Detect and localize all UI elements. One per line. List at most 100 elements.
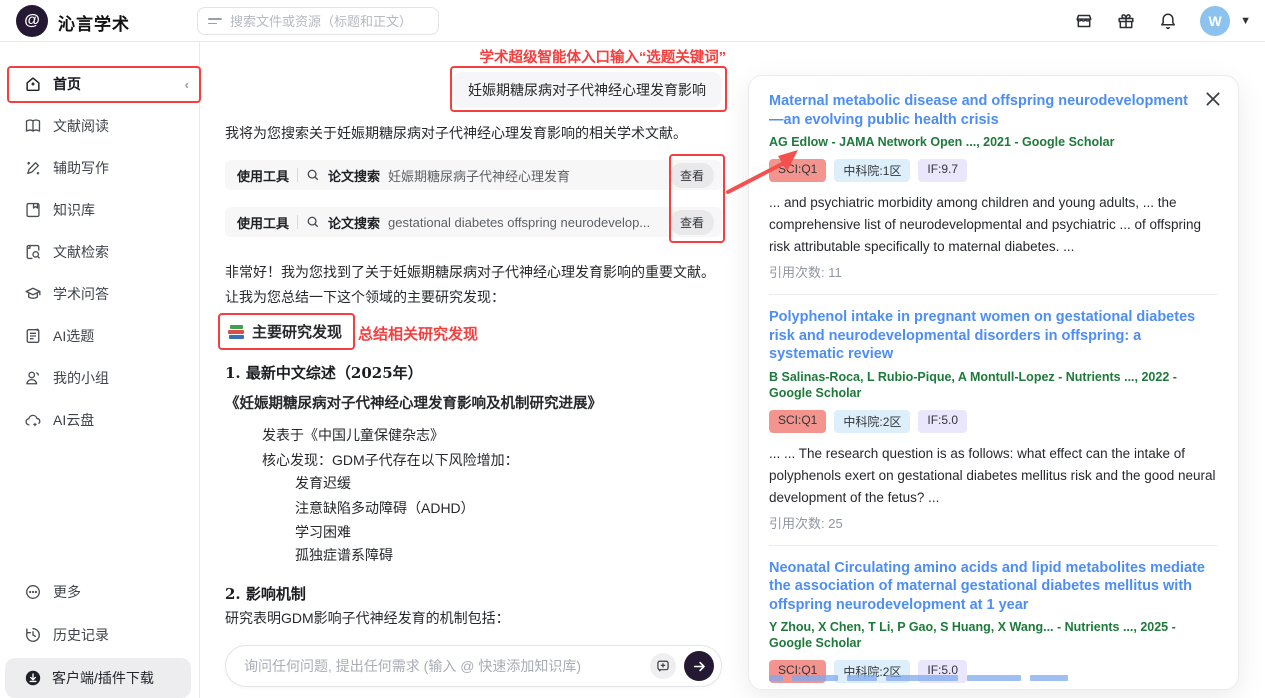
impact-factor-badge: IF:5.0 [918, 409, 968, 433]
sidebar: 首页 ‹ 文献阅读 辅助写作 知识库 文献检索 学术问答 AI选题 我的小组 A… [0, 42, 200, 698]
books-icon [228, 324, 245, 339]
sci-quartile-badge: SCI:Q1 [769, 409, 827, 433]
impact-factor-badge: IF:9.7 [918, 159, 968, 182]
review-paper-title: 《妊娠期糖尿病对子代神经心理发育影响及机制研究进展》 [225, 396, 602, 412]
collapse-chevron-icon[interactable]: ‹ [185, 77, 189, 92]
list-item: 发表于《中国儿童保健杂志》 [262, 427, 444, 443]
sidebar-item-label: AI云盘 [53, 412, 95, 428]
sidebar-item-reading[interactable]: 文献阅读 [0, 109, 199, 143]
grad-cap-icon [25, 287, 41, 300]
more-icon [26, 585, 40, 599]
sidebar-item-label: 我的小组 [53, 370, 109, 386]
user-avatar[interactable]: W [1200, 6, 1231, 36]
cas-zone-badge: 中科院:2区 [834, 409, 911, 433]
global-search-input[interactable] [230, 13, 428, 29]
tool-name-label: 论文搜索 [328, 168, 381, 184]
citation-count: 引用次数: 25 [769, 515, 843, 531]
sidebar-item-writing[interactable]: 辅助写作 [0, 151, 199, 185]
send-button[interactable] [684, 651, 714, 681]
paper-snippet: ... and psychiatric morbidity among chil… [769, 195, 1201, 254]
search-icon [307, 169, 319, 181]
user-message-bubble: 妊娠期糖尿病对子代神经心理发育影响 [452, 72, 722, 108]
tool-call-row[interactable]: 使用工具 论文搜索 妊娠期糖尿病子代神经心理发育 查看 [225, 160, 722, 190]
top-bar: @ 沁言学术 W ▼ [0, 0, 1265, 42]
sidebar-item-label: 学术问答 [53, 286, 109, 302]
global-search-box[interactable] [197, 7, 439, 35]
sidebar-item-history[interactable]: 历史记录 [0, 618, 199, 652]
add-frame-icon [657, 660, 669, 672]
section-heading-findings: 主要研究发现 [218, 313, 356, 350]
risk-item: 注意缺陷多动障碍（ADHD） [295, 500, 475, 516]
paper-result: Maternal metabolic disease and offspring… [769, 92, 1218, 281]
scholar-results-panel: Maternal metabolic disease and offspring… [748, 75, 1239, 690]
chat-composer[interactable] [225, 645, 722, 687]
sidebar-item-label: 辅助写作 [53, 160, 109, 176]
tool-prefix-label: 使用工具 [237, 168, 290, 184]
paper-title-link[interactable]: Polyphenol intake in pregnant women on g… [769, 308, 1218, 364]
home-icon [26, 77, 40, 92]
arrow-right-icon [693, 661, 705, 671]
tool-prefix-label: 使用工具 [237, 215, 290, 231]
sci-quartile-badge: SCI:Q1 [769, 159, 827, 182]
list-item: 核心发现：GDM子代存在以下风险增加： [262, 452, 519, 468]
tool-call-row[interactable]: 使用工具 论文搜索 gestational diabetes offspring… [225, 207, 722, 237]
knowledge-base-icon [26, 202, 40, 218]
risk-item: 发育迟缓 [295, 475, 351, 491]
cas-zone-badge: 中科院:1区 [834, 159, 911, 182]
citation-count: 引用次数: 11 [769, 265, 842, 280]
found-line-1: 非常好！我为您找到了关于妊娠期糖尿病对子代神经心理发育影响的重要文献。 [225, 264, 715, 280]
divider [297, 168, 299, 182]
filter-icon [208, 17, 222, 25]
sidebar-item-knowledge-base[interactable]: 知识库 [0, 193, 199, 227]
sidebar-item-label: 文献检索 [53, 244, 109, 260]
divider [769, 294, 1218, 295]
pen-icon [27, 161, 40, 175]
add-to-canvas-button[interactable] [650, 653, 676, 679]
mechanism-text: 研究表明GDM影响子代神经发育的机制包括： [225, 610, 510, 626]
section-title: 主要研究发现 [252, 323, 343, 341]
book-icon [25, 119, 41, 132]
store-icon[interactable] [1074, 11, 1094, 31]
paper-title-link[interactable]: Neonatal Circulating amino acids and lip… [769, 559, 1218, 615]
sidebar-item-ai-cloud[interactable]: AI云盘 [0, 403, 199, 437]
chat-input[interactable] [226, 658, 650, 674]
sidebar-item-more[interactable]: 更多 [0, 575, 199, 609]
sidebar-item-client-download[interactable]: 客户端/插件下载 [5, 658, 191, 698]
group-icon [26, 371, 40, 385]
view-result-button[interactable]: 查看 [669, 209, 714, 235]
app-title: 沁言学术 [58, 15, 130, 34]
paper-title-link[interactable]: Maternal metabolic disease and offspring… [769, 92, 1218, 129]
search-icon [307, 216, 319, 228]
view-result-button[interactable]: 查看 [669, 162, 714, 188]
sidebar-item-home[interactable]: 首页 ‹ [0, 67, 199, 101]
paper-result: Neonatal Circulating amino acids and lip… [769, 559, 1218, 690]
sidebar-item-label: 首页 [53, 76, 81, 92]
gift-icon[interactable] [1116, 11, 1136, 31]
paper-authors: Y Zhou, X Chen, T Li, P Gao, S Huang, X … [769, 620, 1176, 650]
notification-bell-icon[interactable] [1158, 11, 1178, 31]
annotation-entry-hint: 学术超级智能体入口输入“选题关键词” [479, 50, 727, 66]
sidebar-item-literature-search[interactable]: 文献检索 [0, 235, 199, 269]
cloud-icon [25, 414, 41, 427]
risk-item: 孤独症谱系障碍 [295, 547, 393, 563]
sidebar-item-academic-qa[interactable]: 学术问答 [0, 277, 199, 311]
sidebar-item-ai-topic[interactable]: AI选题 [0, 319, 199, 353]
download-icon [25, 670, 41, 686]
found-line-2: 让我为您总结一下这个领域的主要研究发现： [225, 289, 505, 305]
divider [297, 215, 299, 229]
app-logo: @ [16, 5, 48, 37]
sidebar-item-label: 更多 [53, 584, 81, 600]
history-icon [26, 628, 40, 642]
sidebar-item-my-groups[interactable]: 我的小组 [0, 361, 199, 395]
annotation-summary-hint: 总结相关研究发现 [358, 326, 479, 343]
topic-doc-icon [26, 328, 40, 343]
sidebar-item-label: AI选题 [53, 328, 95, 344]
chevron-down-icon[interactable]: ▼ [1240, 15, 1251, 27]
close-icon [1206, 92, 1220, 106]
paper-authors: B Salinas-Roca, L Rubio-Pique, A Montull… [769, 369, 1177, 400]
risk-item: 学习困难 [295, 524, 351, 540]
sidebar-item-label: 知识库 [53, 202, 95, 218]
close-panel-button[interactable] [1200, 86, 1226, 115]
tool-query-text: gestational diabetes offspring neurodeve… [388, 214, 651, 230]
assistant-summary-text: 非常好！我为您找到了关于妊娠期糖尿病对子代神经心理发育影响的重要文献。 让我为您… [225, 260, 715, 310]
